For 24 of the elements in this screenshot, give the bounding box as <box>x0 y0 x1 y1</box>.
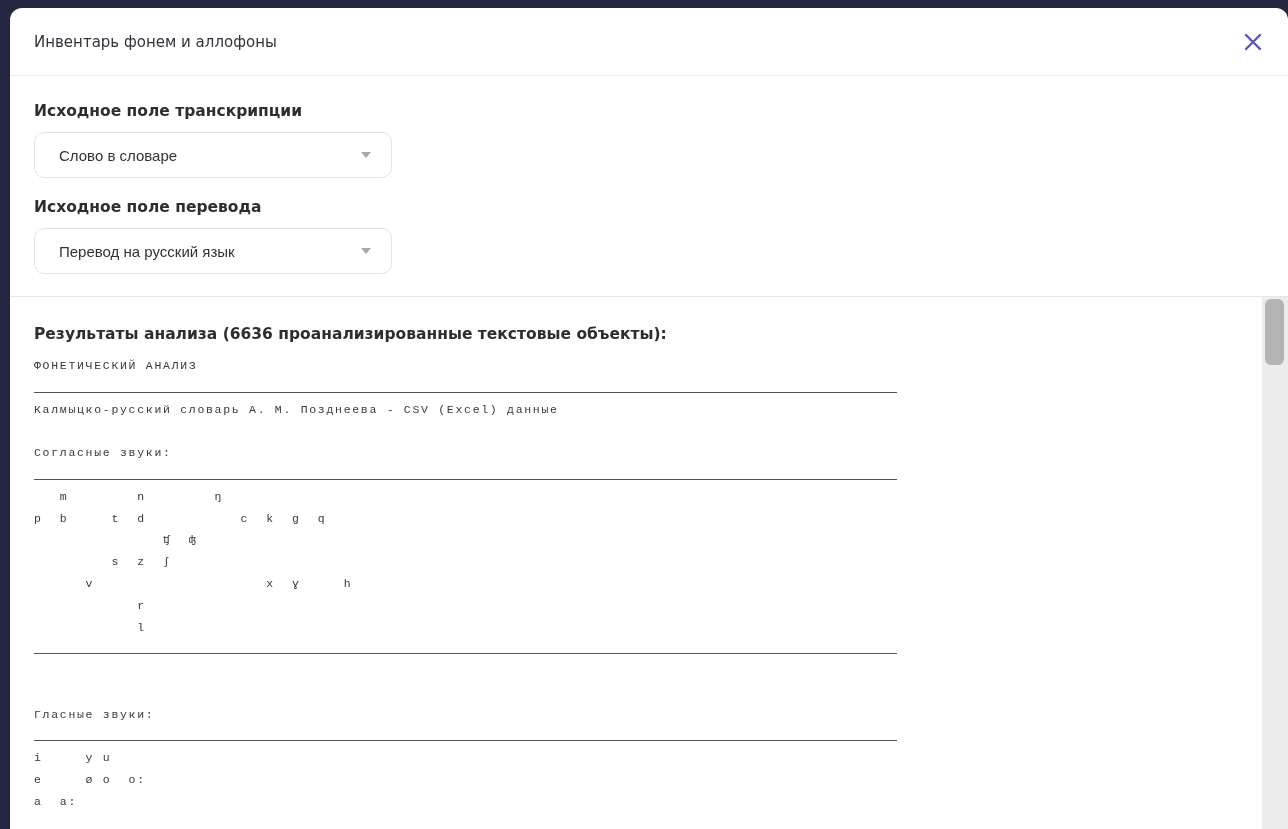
phoneme-row: p b t d c k g q <box>34 511 327 525</box>
report-text: ФОНЕТИЧЕСКИЙ АНАЛИЗ <box>34 359 198 372</box>
caret-icon <box>361 248 371 254</box>
report-text: Гласные звуки: <box>34 707 155 721</box>
close-icon <box>1244 32 1262 51</box>
phoneme-row: i y u <box>34 751 112 765</box>
phoneme-row-text: s z ʃ <box>110 555 172 569</box>
caret-icon <box>361 152 371 158</box>
phoneme-row-text: v x ɣ h <box>84 576 353 590</box>
dropdown[interactable]: Слово в словаре <box>34 132 392 178</box>
phoneme-row-text: l <box>136 620 146 634</box>
phoneme-row: a a: <box>34 794 77 808</box>
report-text: Калмыцко-русский словарь А. М. Позднеева - CSV (Excel) данные <box>34 402 559 416</box>
phoneme-row-text: ʧ ʤ <box>162 533 198 547</box>
phoneme-row: e ø o o: <box>34 773 146 787</box>
dialog-title: Инвентарь фонем и аллофоны <box>34 32 277 51</box>
field-label: Исходное поле перевода <box>34 198 263 216</box>
field-label: Исходное поле транскрипции <box>34 102 304 120</box>
phoneme-row-text: r <box>136 598 146 612</box>
dropdown[interactable]: Перевод на русский язык <box>34 228 392 274</box>
results-heading: Результаты анализа (6636 проанализированные текстовые объекты): <box>34 325 668 343</box>
report-text: Согласные звуки: <box>34 446 172 460</box>
scrollbar[interactable] <box>1262 297 1288 829</box>
phoneme-row-text: m n ŋ <box>58 489 224 503</box>
